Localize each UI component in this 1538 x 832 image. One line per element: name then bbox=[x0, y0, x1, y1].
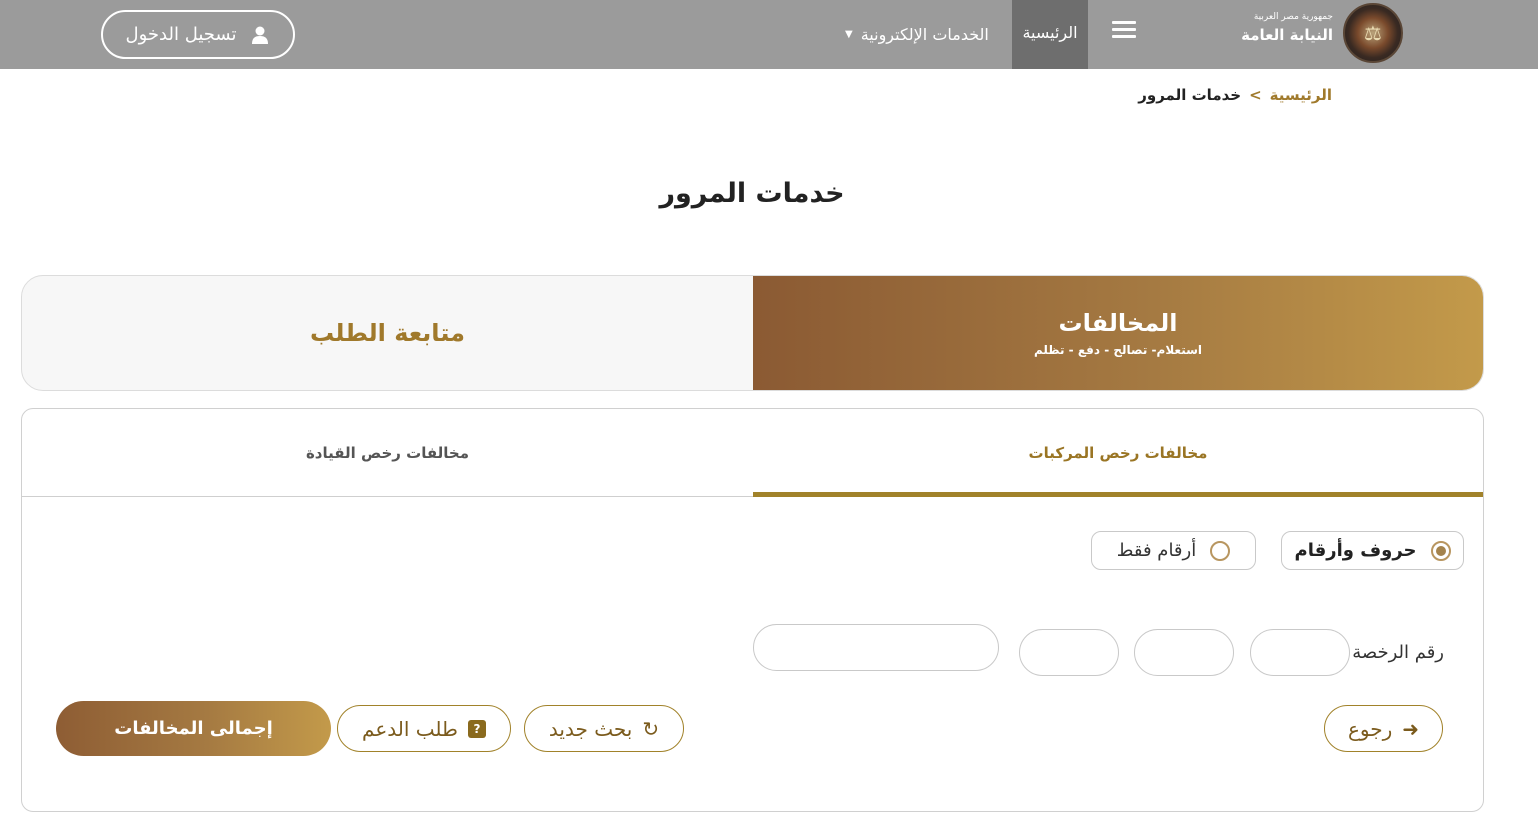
tab-driving-license-violations[interactable]: مخالفات رخص القيادة bbox=[22, 409, 753, 496]
page-title: خدمات المرور bbox=[659, 178, 845, 209]
radio-letters-and-numbers[interactable]: حروف وأرقام bbox=[1281, 531, 1464, 570]
arrow-right-icon: ➜ bbox=[1402, 716, 1420, 741]
hamburger-menu-icon[interactable] bbox=[1110, 18, 1138, 46]
refresh-icon: ↻ bbox=[642, 716, 660, 741]
tab-follow-request[interactable]: متابعة الطلب bbox=[22, 276, 753, 390]
scales-icon: ⚖ bbox=[1364, 21, 1382, 45]
breadcrumb-home[interactable]: الرئيسية bbox=[1270, 86, 1332, 104]
breadcrumb: الرئيسية > خدمات المرور bbox=[1138, 86, 1332, 104]
plate-number-input[interactable] bbox=[753, 624, 999, 671]
user-icon bbox=[252, 26, 269, 44]
nav-e-services[interactable]: الخدمات الإلكترونية ▼ bbox=[845, 0, 1005, 69]
public-prosecution-logo[interactable]: ⚖ bbox=[1343, 3, 1403, 63]
license-number-label: رقم الرخصة bbox=[1352, 642, 1444, 663]
org-country-label: جمهورية مصر العربية bbox=[1253, 12, 1333, 22]
license-type-tabs: مخالفات رخص القيادة مخالفات رخص المركبات bbox=[22, 409, 1483, 497]
tab-violations-title: المخالفات bbox=[1058, 309, 1178, 337]
radio-unselected-icon bbox=[1210, 540, 1231, 561]
help-icon: ? bbox=[467, 719, 486, 738]
plate-letter-2-input[interactable] bbox=[1134, 629, 1234, 676]
tab-violations[interactable]: المخالفات استعلام- تصالح - دفع - تظلم bbox=[753, 276, 1483, 390]
login-label: تسجيل الدخول bbox=[125, 24, 237, 45]
nav-e-services-label: الخدمات الإلكترونية bbox=[860, 24, 989, 44]
nav-home[interactable]: الرئيسية bbox=[1012, 0, 1088, 69]
plate-letter-3-input[interactable] bbox=[1019, 629, 1119, 676]
caret-down-icon: ▼ bbox=[845, 28, 853, 40]
breadcrumb-current: خدمات المرور bbox=[1138, 86, 1242, 104]
tab-vehicle-license-violations[interactable]: مخالفات رخص المركبات bbox=[753, 409, 1483, 497]
total-violations-button[interactable]: إجمالى المخالفات bbox=[56, 701, 331, 756]
org-name: النيابة العامة bbox=[1241, 26, 1333, 44]
main-tabs: متابعة الطلب المخالفات استعلام- تصالح - … bbox=[21, 275, 1484, 391]
radio-numbers-only-label: أرقام فقط bbox=[1116, 540, 1197, 561]
support-request-button[interactable]: ? طلب الدعم bbox=[337, 705, 511, 752]
back-button-label: رجوع bbox=[1347, 716, 1393, 741]
total-violations-button-label: إجمالى المخالفات bbox=[114, 718, 273, 739]
radio-numbers-only[interactable]: أرقام فقط bbox=[1091, 531, 1256, 570]
breadcrumb-separator: > bbox=[1249, 86, 1262, 104]
login-button[interactable]: تسجيل الدخول bbox=[101, 10, 295, 59]
tab-violations-subtitle: استعلام- تصالح - دفع - تظلم bbox=[1033, 343, 1203, 357]
radio-letters-and-numbers-label: حروف وأرقام bbox=[1294, 540, 1417, 561]
radio-selected-icon bbox=[1430, 540, 1451, 561]
new-search-button[interactable]: ↻ بحث جديد bbox=[524, 705, 684, 752]
new-search-button-label: بحث جديد bbox=[548, 716, 633, 741]
back-button[interactable]: ➜ رجوع bbox=[1324, 705, 1443, 752]
plate-letter-1-input[interactable] bbox=[1250, 629, 1350, 676]
support-request-button-label: طلب الدعم bbox=[362, 716, 458, 741]
